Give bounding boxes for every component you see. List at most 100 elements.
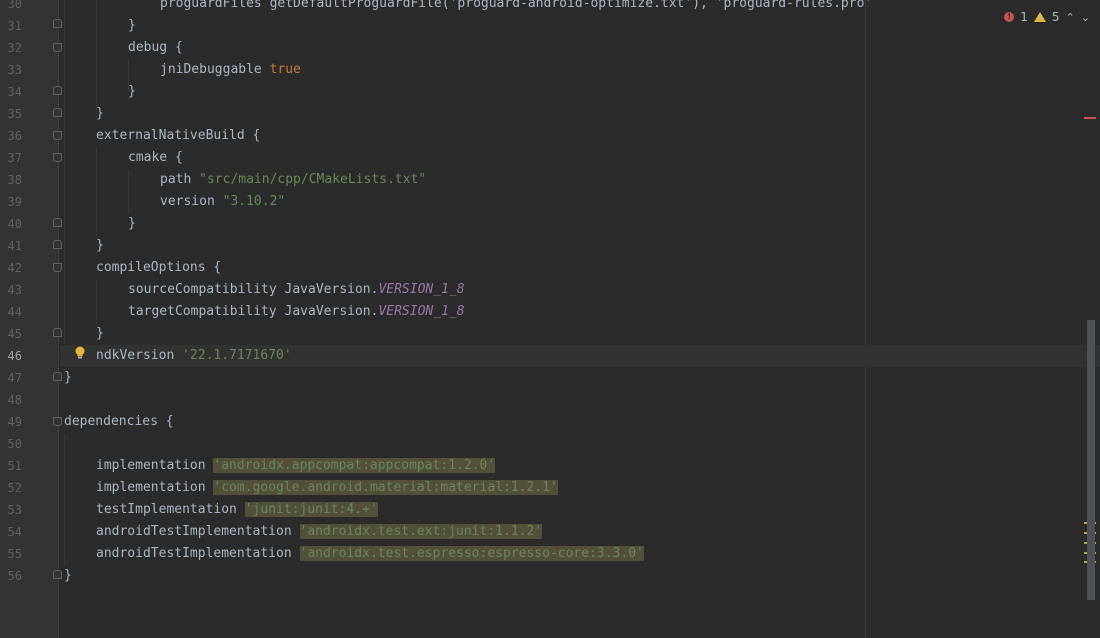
line-number[interactable]: 40 <box>0 213 22 235</box>
chevron-up-icon[interactable]: ⌃ <box>1066 11 1075 24</box>
code-text: androidTestImplementation <box>96 524 300 539</box>
line-number[interactable]: 55 <box>0 543 22 565</box>
line-number[interactable]: 36 <box>0 125 22 147</box>
line-number[interactable]: 56 <box>0 565 22 587</box>
code-text: testImplementation <box>96 502 245 517</box>
code-line-44[interactable]: targetCompatibility JavaVersion.VERSION_… <box>60 301 1100 323</box>
line-number[interactable]: 43 <box>0 279 22 301</box>
line-number[interactable]: 53 <box>0 499 22 521</box>
line-number[interactable]: 31 <box>0 15 22 37</box>
fold-end-icon[interactable] <box>53 240 62 249</box>
code-text: debug { <box>128 40 183 55</box>
fold-end-icon[interactable] <box>53 86 62 95</box>
line-number[interactable]: 33 <box>0 59 22 81</box>
code-line-34[interactable]: } <box>60 81 1100 103</box>
fold-end-icon[interactable] <box>53 570 62 579</box>
code-text: path <box>160 172 200 187</box>
lightbulb-icon[interactable] <box>74 346 86 360</box>
code-line-39[interactable]: version "3.10.2" <box>60 191 1100 213</box>
line-number[interactable]: 47 <box>0 367 22 389</box>
code-line-35[interactable]: } <box>60 103 1100 125</box>
line-number[interactable]: 46 <box>0 345 22 367</box>
error-icon: ! <box>1004 12 1015 22</box>
fold-start-icon[interactable] <box>53 153 62 162</box>
code-line-45[interactable]: } <box>60 323 1100 345</box>
code-text: } <box>128 84 136 99</box>
code-line-54[interactable]: androidTestImplementation 'androidx.test… <box>60 521 1100 543</box>
string-token: '22.1.7171670' <box>182 348 292 363</box>
line-number[interactable]: 42 <box>0 257 22 279</box>
chevron-down-icon[interactable]: ⌄ <box>1081 11 1090 24</box>
code-line-43[interactable]: sourceCompatibility JavaVersion.VERSION_… <box>60 279 1100 301</box>
code-line-38[interactable]: path "src/main/cpp/CMakeLists.txt" <box>60 169 1100 191</box>
string-token: 'androidx.appcompat:appcompat:1.2.0' <box>213 458 496 473</box>
fold-start-icon[interactable] <box>53 131 62 140</box>
constant-token: VERSION_1_8 <box>378 304 465 319</box>
code-line-31[interactable]: } <box>60 15 1100 37</box>
code-line-37[interactable]: cmake { <box>60 147 1100 169</box>
line-number[interactable]: 52 <box>0 477 22 499</box>
code-line-40[interactable]: } <box>60 213 1100 235</box>
line-number[interactable]: 30 <box>0 0 22 15</box>
code-text: } <box>128 216 136 231</box>
code-text: sourceCompatibility JavaVersion. <box>128 282 379 297</box>
line-number[interactable]: 37 <box>0 147 22 169</box>
inspection-widget[interactable]: ! 1 5 ⌃ ⌄ <box>1004 8 1090 26</box>
line-number[interactable]: 32 <box>0 37 22 59</box>
line-number[interactable]: 38 <box>0 169 22 191</box>
string-token: 'androidx.test.ext:junit:1.1.2' <box>299 524 543 539</box>
fold-start-icon[interactable] <box>53 43 62 52</box>
fold-end-icon[interactable] <box>53 328 62 337</box>
line-number[interactable]: 48 <box>0 389 22 411</box>
code-line-49[interactable]: dependencies { <box>60 411 1084 433</box>
code-text: cmake { <box>128 150 183 165</box>
code-line-36[interactable]: externalNativeBuild { <box>60 125 1100 147</box>
line-number[interactable]: 45 <box>0 323 22 345</box>
editor-gutter: 30 31 32 33 34 35 36 37 38 39 40 41 42 43 44 45 46 47 48 49… <box>0 0 59 638</box>
line-number[interactable]: 41 <box>0 235 22 257</box>
code-text: jniDebuggable <box>160 62 270 77</box>
code-editor[interactable]: proguardFiles getDefaultProguardFile('pr… <box>60 0 1100 638</box>
code-line-55[interactable]: androidTestImplementation 'androidx.test… <box>60 543 1100 565</box>
code-line-42[interactable]: compileOptions { <box>60 257 1100 279</box>
line-number[interactable]: 35 <box>0 103 22 125</box>
code-text: compileOptions { <box>96 260 222 275</box>
string-token: 'com.google.android.material:material:1.… <box>213 480 558 495</box>
code-line-53[interactable]: testImplementation 'junit:junit:4.+' <box>60 499 1100 521</box>
line-number[interactable]: 51 <box>0 455 22 477</box>
code-text: implementation <box>96 480 214 495</box>
code-text: version <box>160 194 223 209</box>
fold-end-icon[interactable] <box>53 218 62 227</box>
fold-start-icon[interactable] <box>53 263 62 272</box>
line-number[interactable]: 54 <box>0 521 22 543</box>
code-line-33[interactable]: jniDebuggable true <box>60 59 1100 81</box>
fold-end-icon[interactable] <box>53 108 62 117</box>
fold-start-icon[interactable] <box>53 417 62 426</box>
line-number[interactable]: 34 <box>0 81 22 103</box>
code-text: } <box>64 370 72 385</box>
code-line-51[interactable]: implementation 'androidx.appcompat:appco… <box>60 455 1100 477</box>
code-text: } <box>96 238 104 253</box>
line-number[interactable]: 49 <box>0 411 22 433</box>
code-line-56[interactable]: } <box>60 565 1084 587</box>
code-text: } <box>64 568 72 583</box>
string-token: "src/main/cpp/CMakeLists.txt" <box>199 172 427 187</box>
code-line-52[interactable]: implementation 'com.google.android.mater… <box>60 477 1100 499</box>
code-line-41[interactable]: } <box>60 235 1100 257</box>
code-text: } <box>96 326 104 341</box>
code-line-30[interactable]: proguardFiles getDefaultProguardFile('pr… <box>60 0 1100 15</box>
fold-end-icon[interactable] <box>53 372 62 381</box>
code-line-47[interactable]: } <box>60 367 1084 389</box>
error-stripe-mark[interactable] <box>1084 117 1096 119</box>
line-number[interactable]: 39 <box>0 191 22 213</box>
code-text: } <box>128 18 136 33</box>
error-count: 1 <box>1020 10 1028 24</box>
fold-end-icon[interactable] <box>53 19 62 28</box>
keyword-token: true <box>269 62 301 77</box>
line-number[interactable]: 44 <box>0 301 22 323</box>
code-line-32[interactable]: debug { <box>60 37 1100 59</box>
code-line-46[interactable]: ndkVersion '22.1.7171670' <box>60 345 1100 367</box>
code-text: proguardFiles getDefaultProguardFile('pr… <box>160 0 873 11</box>
line-number[interactable]: 50 <box>0 433 22 455</box>
vertical-scrollbar-thumb[interactable] <box>1087 320 1095 600</box>
